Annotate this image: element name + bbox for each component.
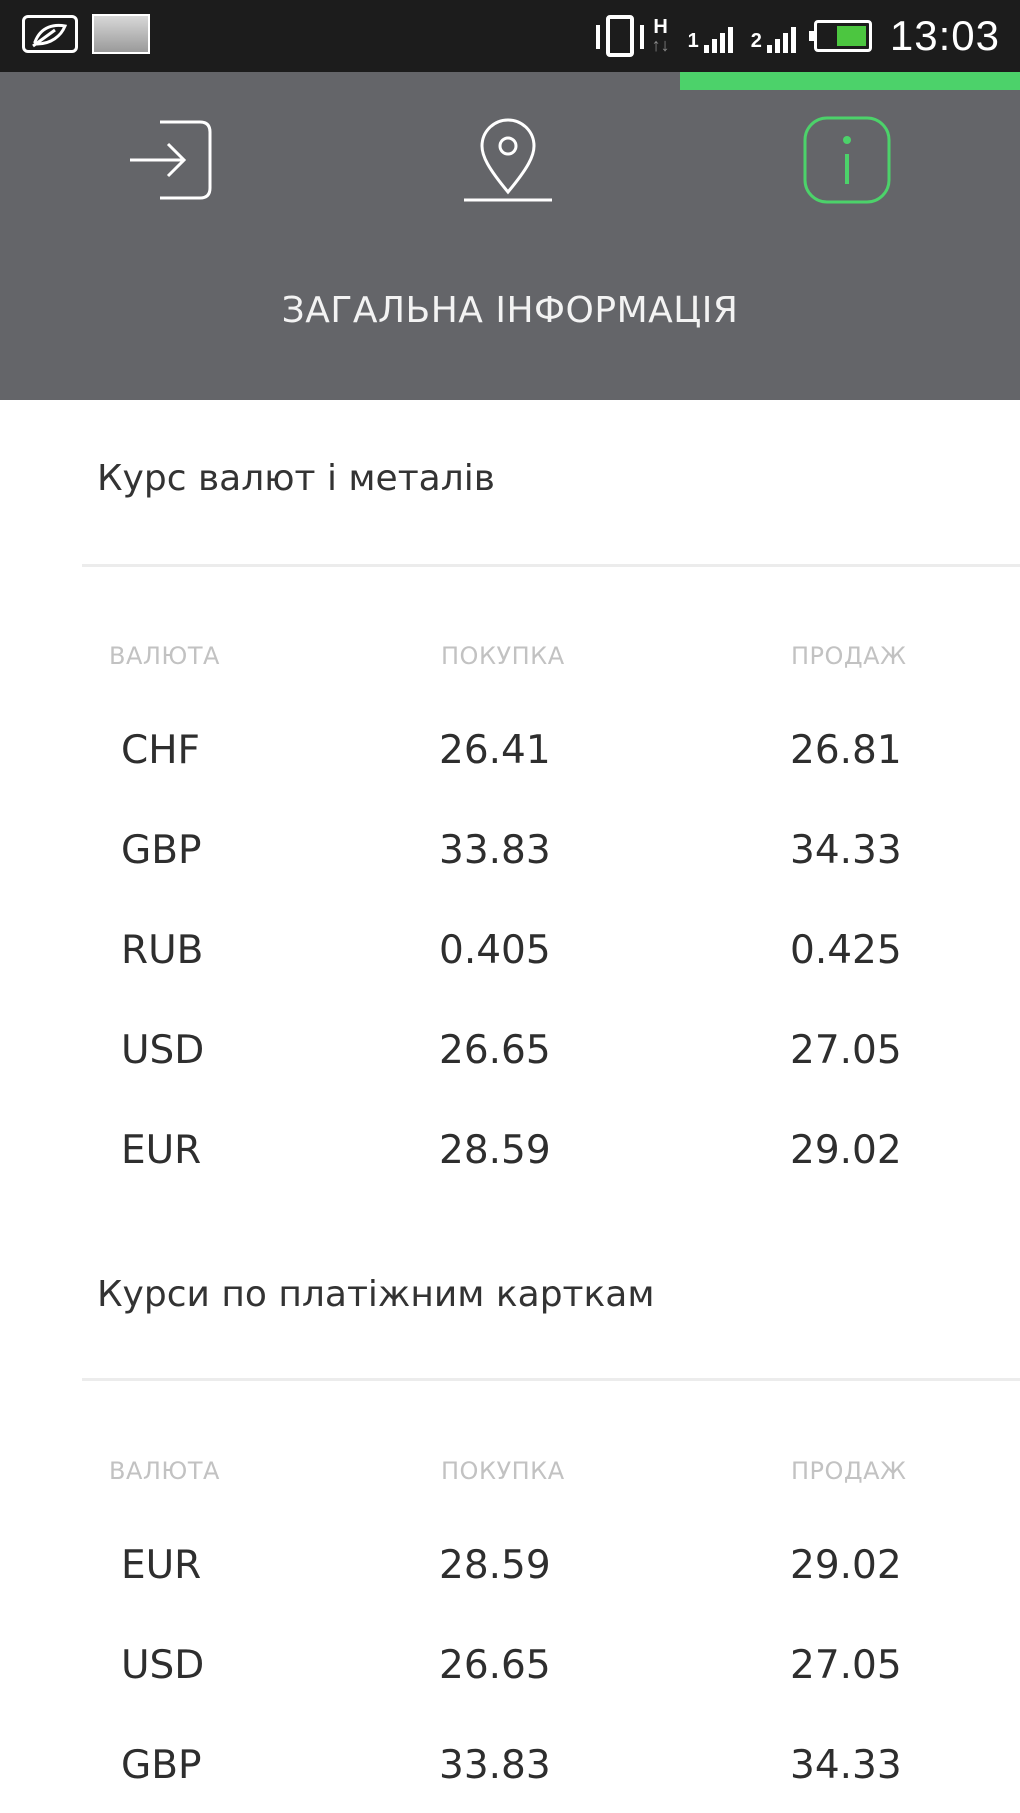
card-rate-buy: 26.65 (439, 1643, 551, 1688)
rate-buy: 28.59 (439, 1128, 551, 1173)
login-icon (130, 120, 212, 200)
card-rate-buy: 28.59 (439, 1543, 551, 1588)
image-notification-icon (92, 14, 150, 54)
card-rate-sell: 29.02 (790, 1543, 902, 1588)
network-type-label: H (653, 16, 668, 38)
sim2-signal-icon: 2 (751, 19, 796, 53)
rate-buy: 33.83 (439, 828, 551, 873)
card-rate-currency: GBP (121, 1743, 202, 1788)
column-header-currency: ВАЛЮТА (109, 642, 220, 670)
column-header-buy: ПОКУПКА (441, 642, 565, 670)
section-title-currency-metals: Курс валют і металів (97, 458, 495, 499)
section-divider (82, 564, 1020, 567)
rate-currency: GBP (121, 828, 202, 873)
location-pin-icon (464, 118, 552, 202)
active-tab-indicator (680, 72, 1020, 90)
column-header-buy: ПОКУПКА (441, 1457, 565, 1485)
rate-buy: 26.41 (439, 728, 551, 773)
sim1-signal-icon: 1 (688, 19, 733, 53)
status-notifications (22, 14, 150, 54)
page-title: ЗАГАЛЬНА ІНФОРМАЦІЯ (281, 290, 739, 331)
rate-buy: 26.65 (439, 1028, 551, 1073)
card-rate-buy: 33.83 (439, 1743, 551, 1788)
rate-sell: 34.33 (790, 828, 902, 873)
status-bar: H ↑↓ 1 2 13:03 (0, 0, 1020, 72)
tab-login[interactable] (120, 110, 220, 210)
card-rate-currency: EUR (121, 1543, 202, 1588)
rate-currency: RUB (121, 928, 204, 973)
status-indicators: H ↑↓ 1 2 13:03 (595, 8, 1000, 64)
rate-sell: 26.81 (790, 728, 902, 773)
battery-level (836, 26, 866, 46)
data-activity-icon: ↑↓ (651, 35, 670, 55)
section-title-card-rates: Курси по платіжним карткам (97, 1274, 655, 1315)
sim1-label: 1 (687, 30, 699, 52)
rate-currency: USD (121, 1028, 205, 1073)
rate-sell: 29.02 (790, 1128, 902, 1173)
info-icon (803, 116, 891, 204)
status-clock: 13:03 (889, 12, 1000, 59)
rate-currency: EUR (121, 1128, 202, 1173)
tab-info[interactable] (797, 110, 897, 210)
battery-icon (808, 20, 872, 52)
column-header-currency: ВАЛЮТА (109, 1457, 220, 1485)
tab-locations[interactable] (458, 110, 558, 210)
sim2-label: 2 (750, 30, 762, 52)
card-rate-sell: 27.05 (790, 1643, 902, 1688)
network-type-indicator: H ↑↓ (651, 16, 670, 55)
rate-sell: 27.05 (790, 1028, 902, 1073)
column-header-sell: ПРОДАЖ (791, 1457, 907, 1485)
card-rate-sell: 34.33 (790, 1743, 902, 1788)
card-rate-currency: USD (121, 1643, 205, 1688)
rate-sell: 0.425 (790, 928, 902, 973)
rate-buy: 0.405 (439, 928, 551, 973)
rate-currency: CHF (121, 728, 200, 773)
vibrate-icon (595, 15, 644, 57)
top-navigation-header: ЗАГАЛЬНА ІНФОРМАЦІЯ (0, 72, 1020, 400)
leaf-notification-icon (22, 15, 78, 53)
column-header-sell: ПРОДАЖ (791, 642, 907, 670)
section-divider (82, 1378, 1020, 1381)
